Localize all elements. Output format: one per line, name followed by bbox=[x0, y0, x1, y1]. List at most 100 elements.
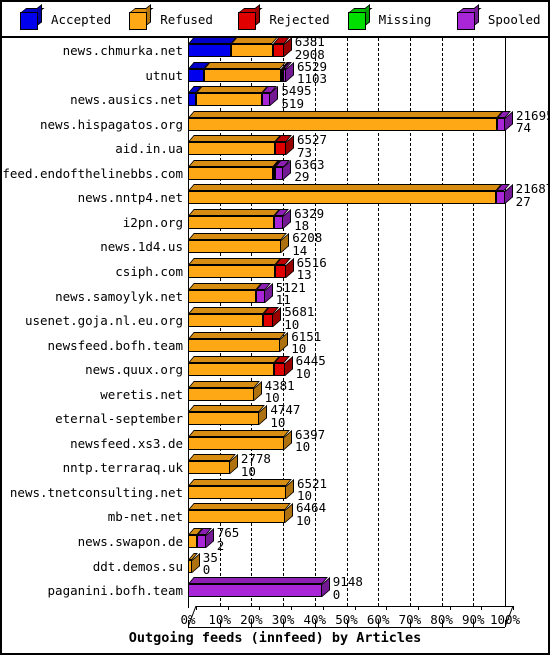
bar-segment-spooled bbox=[274, 166, 284, 180]
x-axis-tick-label: 20% bbox=[240, 612, 263, 627]
bar-segment-spooled bbox=[261, 93, 271, 107]
bar-value-labels: 6521 10 bbox=[297, 477, 327, 503]
row-label: weretis.net bbox=[100, 386, 183, 402]
row-label: news.swapon.de bbox=[77, 534, 183, 549]
chart-row: newsfeed.xs3.de 6397 10 bbox=[2, 428, 548, 455]
row-label: news.chmurka.net bbox=[62, 43, 183, 58]
bar-value-secondary: 27 bbox=[515, 193, 531, 209]
bar-segment-top-refused bbox=[188, 159, 279, 167]
bar-segment-top-refused bbox=[188, 429, 290, 437]
x-axis-tick-back bbox=[322, 606, 324, 610]
legend-item-spooled: Spooled bbox=[439, 4, 548, 30]
bar-segment-top-refused bbox=[188, 405, 266, 413]
bar-segment-rejected bbox=[262, 314, 274, 328]
row-label: mb-net.net bbox=[107, 509, 183, 525]
bar-value-labels: 6464 10 bbox=[296, 502, 326, 527]
bar-segment-top-spooled bbox=[188, 577, 328, 585]
bar-value-labels: 6363 29 bbox=[294, 158, 324, 184]
row-label: newsfeed.xs3.de bbox=[70, 435, 183, 451]
bar-value-secondary: 2 bbox=[216, 537, 225, 553]
chart-row: news.hispagatos.org 21695 74 bbox=[2, 109, 550, 136]
bar-value-labels: 6529 1103 bbox=[297, 60, 327, 86]
bar-segment-spooled bbox=[188, 584, 322, 598]
x-axis-tick-back bbox=[417, 606, 419, 610]
row-label: news.1d4.us bbox=[100, 239, 183, 255]
chart-row: utnut 6529 1103 bbox=[2, 60, 548, 87]
bar-value-secondary: 0 bbox=[332, 586, 341, 602]
bar-segment-rejected bbox=[274, 363, 285, 377]
bar-segment-top-refused bbox=[188, 503, 291, 511]
bar-segment-top-refused bbox=[188, 307, 269, 315]
row-label: ddt.demos.su bbox=[92, 558, 183, 574]
bar-value-labels: 21695 74 bbox=[516, 109, 550, 135]
bar-segment-refused bbox=[188, 559, 192, 573]
legend-cube-icon bbox=[20, 4, 45, 30]
bar-segment-refused bbox=[188, 117, 498, 131]
row-label: i2pn.org bbox=[122, 214, 183, 230]
chart-row: news.chmurka.net 6381 2908 bbox=[2, 35, 548, 62]
bar-rows: news.chmurka.net 6381 2908 utnut 6529 1103 new… bbox=[0, 35, 550, 606]
row-label: news.nntp4.net bbox=[77, 190, 183, 206]
bar-segment-top-refused bbox=[188, 356, 281, 364]
bar-segment-top-accepted bbox=[188, 37, 238, 44]
bar-segment-top-refused bbox=[188, 257, 282, 265]
bar-value-labels: 6397 10 bbox=[295, 428, 325, 454]
x-axis-tick-back bbox=[354, 606, 356, 610]
bar-value-labels: 5681 10 bbox=[284, 306, 314, 331]
bar-value-labels: 6329 18 bbox=[294, 207, 324, 233]
x-axis-tick-back bbox=[449, 606, 451, 610]
x-axis-tick-label: 50% bbox=[335, 612, 358, 627]
bar-segment-top-refused bbox=[188, 208, 281, 216]
bar-segment-refused bbox=[188, 338, 281, 352]
bar-value-secondary: 10 bbox=[296, 512, 312, 528]
bar-segment-refused bbox=[188, 387, 254, 401]
row-label: paganini.bofh.team bbox=[47, 583, 183, 599]
x-axis-tick-label: 10% bbox=[208, 612, 231, 627]
bar-segment-top-refused bbox=[188, 233, 288, 241]
bar-value-secondary: 0 bbox=[202, 562, 211, 578]
legend-cube-icon bbox=[456, 4, 482, 30]
bar-segment-top-refused bbox=[188, 331, 287, 339]
bar-segment-spooled bbox=[196, 535, 206, 548]
row-label: nntp.terraraq.uk bbox=[62, 460, 183, 476]
bar-segment-refused bbox=[188, 240, 282, 254]
x-axis-tick-back bbox=[227, 606, 229, 610]
bar-value-secondary: 10 bbox=[295, 365, 311, 381]
legend-label: Rejected bbox=[269, 11, 330, 27]
x-axis-tick-label: 90% bbox=[462, 612, 485, 627]
chart-row: i2pn.org 6329 18 bbox=[2, 207, 548, 234]
bar-segment-top-refused bbox=[188, 380, 260, 388]
legend-item-refused: Refused bbox=[111, 4, 220, 30]
row-label: csiph.com bbox=[115, 263, 183, 279]
legend-label: Spooled bbox=[487, 11, 541, 27]
bar-segment-top-refused bbox=[231, 37, 279, 44]
bar-segment-top-refused bbox=[195, 86, 268, 94]
bar-value-labels: 6151 10 bbox=[291, 330, 321, 356]
legend-cube-icon bbox=[238, 4, 263, 30]
bar-segment-refused bbox=[188, 289, 257, 303]
bar-segment-refused bbox=[188, 142, 275, 156]
bar-segment-refused bbox=[188, 314, 263, 328]
bar-value-labels: 765 2 bbox=[216, 526, 240, 553]
bar-value-labels: 6445 10 bbox=[296, 355, 326, 380]
bar-value-labels: 35 0 bbox=[202, 551, 218, 578]
row-label: newsfeed.bofh.team bbox=[47, 337, 183, 353]
chart-x-title: Outgoing feeds (innfeed) by Articles bbox=[128, 630, 422, 646]
bar-value-labels: 2778 10 bbox=[241, 453, 271, 478]
legend-cube-icon bbox=[347, 4, 373, 30]
chart-root: Accepted Refused Rejected Missing Spooled ne… bbox=[0, 0, 550, 655]
legend-cube-icon bbox=[129, 4, 154, 30]
bar-segment-spooled bbox=[283, 68, 286, 82]
chart-row: paganini.bofh.team 9148 0 bbox=[2, 576, 548, 602]
bar-value-labels: 9148 0 bbox=[333, 576, 363, 601]
chart-row: newsfeed.bofh.team 6151 10 bbox=[2, 330, 548, 357]
bar-segment-rejected bbox=[274, 142, 286, 156]
row-label: usenet.goja.nl.eu.org bbox=[24, 313, 183, 329]
row-label: aid.in.ua bbox=[115, 141, 183, 157]
bar-segment-refused bbox=[188, 264, 276, 278]
chart-row: news.samoylyk.net 5121 11 bbox=[2, 281, 548, 308]
bar-segment-top-refused bbox=[204, 61, 287, 69]
chart-row: news.1d4.us 6208 14 bbox=[2, 232, 548, 258]
bar-segment-spooled bbox=[274, 215, 284, 229]
row-label: newsfeed.endofthelinebbs.com bbox=[0, 165, 183, 181]
